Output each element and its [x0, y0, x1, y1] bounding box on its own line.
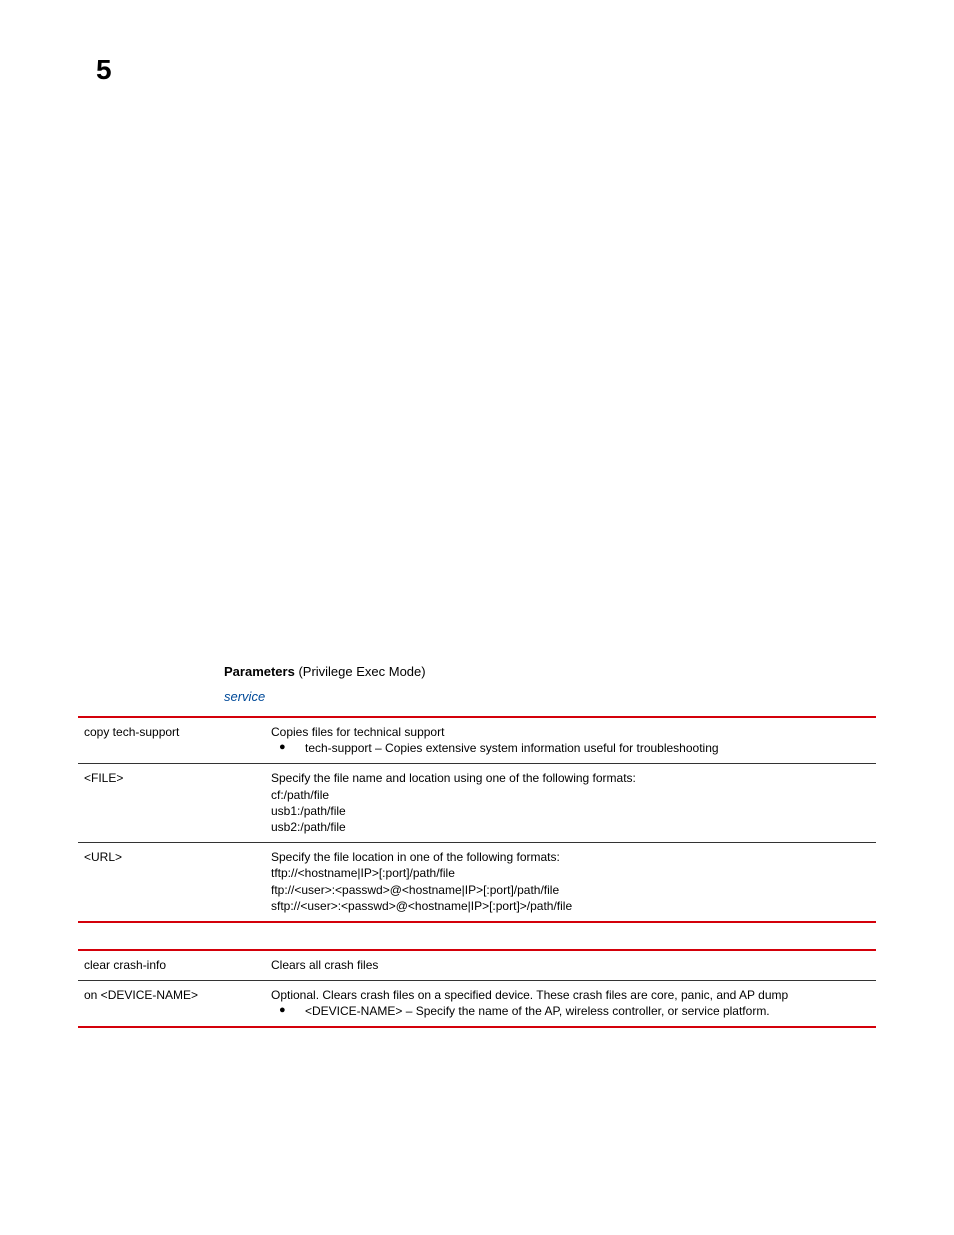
bullet-item: ● tech-support – Copies extensive system…: [271, 740, 870, 756]
bullet-icon: ●: [271, 1003, 305, 1019]
param-desc: Specify the file location in one of the …: [265, 843, 876, 922]
parameters-table-2: clear crash-info Clears all crash files …: [78, 949, 876, 1029]
param-name: on <DEVICE-NAME>: [78, 981, 265, 1028]
param-desc: Clears all crash files: [265, 950, 876, 981]
param-desc: Copies files for technical support ● tec…: [265, 717, 876, 764]
bullet-text: tech-support – Copies extensive system i…: [305, 740, 870, 756]
parameters-table-1: copy tech-support Copies files for techn…: [78, 716, 876, 923]
desc-line: usb2:/path/file: [271, 819, 870, 835]
chapter-number: 5: [96, 56, 876, 84]
desc-line: Clears all crash files: [271, 957, 870, 973]
desc-line: Optional. Clears crash files on a specif…: [271, 987, 870, 1003]
param-name: <URL>: [78, 843, 265, 922]
param-name: clear crash-info: [78, 950, 265, 981]
param-name: <FILE>: [78, 764, 265, 843]
page: 5 Parameters (Privilege Exec Mode) servi…: [0, 0, 954, 1235]
parameters-heading: Parameters (Privilege Exec Mode): [224, 664, 876, 679]
param-desc: Optional. Clears crash files on a specif…: [265, 981, 876, 1028]
desc-line: cf:/path/file: [271, 787, 870, 803]
desc-line: Copies files for technical support: [271, 724, 870, 740]
parameters-label: Parameters: [224, 664, 295, 679]
bullet-text: <DEVICE-NAME> – Specify the name of the …: [305, 1003, 870, 1019]
table-row: on <DEVICE-NAME> Optional. Clears crash …: [78, 981, 876, 1028]
table-row: <URL> Specify the file location in one o…: [78, 843, 876, 922]
table-row: copy tech-support Copies files for techn…: [78, 717, 876, 764]
bullet-item: ● <DEVICE-NAME> – Specify the name of th…: [271, 1003, 870, 1019]
param-desc: Specify the file name and location using…: [265, 764, 876, 843]
table-row: clear crash-info Clears all crash files: [78, 950, 876, 981]
desc-line: tftp://<hostname|IP>[:port]/path/file: [271, 865, 870, 881]
desc-line: Specify the file location in one of the …: [271, 849, 870, 865]
section-header-block: Parameters (Privilege Exec Mode) service: [224, 664, 876, 704]
bullet-icon: ●: [271, 740, 305, 756]
desc-line: Specify the file name and location using…: [271, 770, 870, 786]
desc-line: usb1:/path/file: [271, 803, 870, 819]
desc-line: sftp://<user>:<passwd>@<hostname|IP>[:po…: [271, 898, 870, 914]
service-link[interactable]: service: [224, 689, 876, 704]
parameters-mode: (Privilege Exec Mode): [295, 664, 426, 679]
table-row: <FILE> Specify the file name and locatio…: [78, 764, 876, 843]
desc-line: ftp://<user>:<passwd>@<hostname|IP>[:por…: [271, 882, 870, 898]
param-name: copy tech-support: [78, 717, 265, 764]
